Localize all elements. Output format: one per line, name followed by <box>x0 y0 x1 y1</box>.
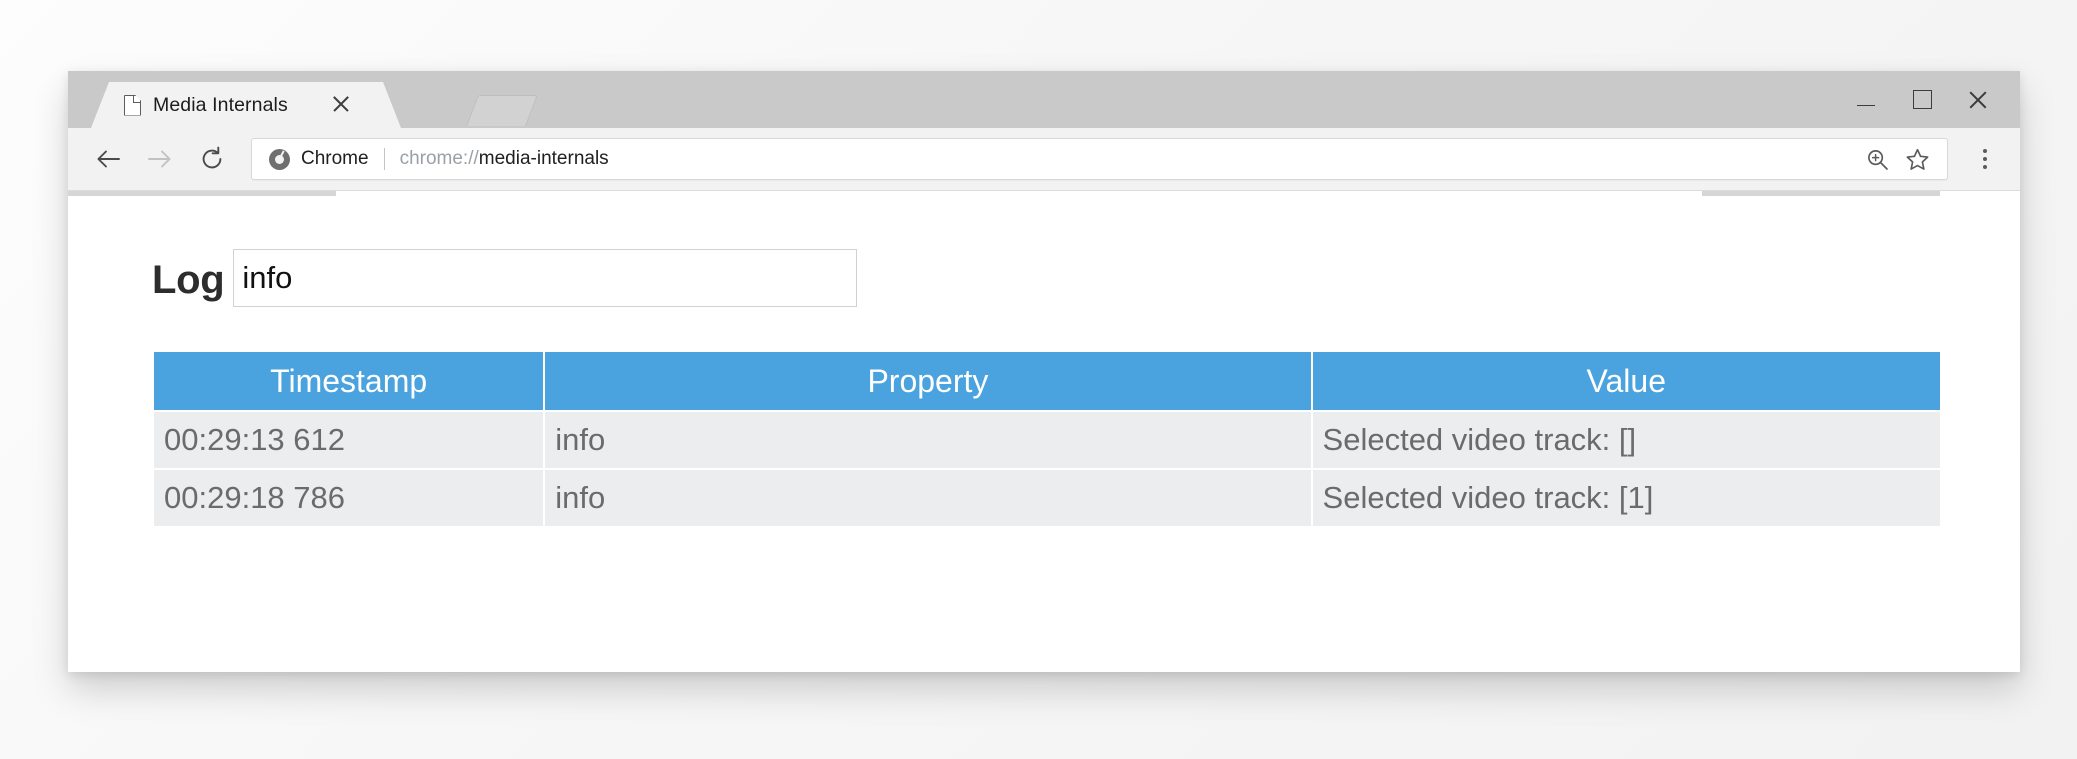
menu-dot-1 <box>1983 149 1987 153</box>
cell-timestamp: 00:29:13 612 <box>154 412 544 468</box>
omnibox-url: chrome://media-internals <box>400 148 609 170</box>
cell-value: Selected video track: [] <box>1312 412 1940 468</box>
browser-window: Media Internals Chrome chrome://media-in… <box>68 71 2020 672</box>
scrolled-content-remnant-right <box>1702 191 1940 196</box>
omnibox-divider <box>383 148 385 170</box>
browser-toolbar: Chrome chrome://media-internals <box>68 128 2020 191</box>
page-icon <box>124 94 141 116</box>
log-table: Timestamp Property Value 00:29:13 612 in… <box>152 350 1942 528</box>
column-header-property[interactable]: Property <box>545 352 1311 410</box>
star-icon <box>1906 148 1928 170</box>
zoom-indicator-button[interactable] <box>1857 139 1897 179</box>
tab-close-icon[interactable] <box>330 93 352 115</box>
omnibox-url-scheme: chrome:// <box>399 148 479 169</box>
cell-value: Selected video track: [1] <box>1312 470 1940 526</box>
cell-timestamp: 00:29:18 786 <box>154 470 544 526</box>
arrow-right-icon <box>148 150 171 168</box>
table-row: 00:29:13 612 info Selected video track: … <box>154 412 1940 468</box>
cell-property: info <box>545 470 1311 526</box>
window-minimize-button[interactable] <box>1838 77 1894 123</box>
window-close-button[interactable] <box>1950 77 2006 123</box>
browser-menu-button[interactable] <box>1962 133 2008 185</box>
menu-dot-3 <box>1983 165 1987 169</box>
column-header-timestamp[interactable]: Timestamp <box>154 352 544 410</box>
scrolled-content-remnant-left <box>68 191 336 196</box>
table-row: 00:29:18 786 info Selected video track: … <box>154 470 1940 526</box>
minimize-icon <box>1857 104 1875 107</box>
back-button[interactable] <box>82 133 134 185</box>
log-table-head: Timestamp Property Value <box>154 352 1940 410</box>
window-controls <box>1838 71 2006 128</box>
arrow-left-icon <box>97 150 120 168</box>
omnibox-security-label: Chrome <box>301 148 369 169</box>
log-filter-input[interactable] <box>233 249 858 307</box>
column-header-value[interactable]: Value <box>1312 352 1940 410</box>
window-maximize-button[interactable] <box>1894 77 1950 123</box>
log-table-body: 00:29:13 612 info Selected video track: … <box>154 412 1940 526</box>
close-icon <box>1967 89 1989 111</box>
cell-property: info <box>545 412 1311 468</box>
menu-dot-2 <box>1983 157 1987 161</box>
page-content-area: Log Timestamp Property Value 00:29:13 61… <box>68 191 2020 672</box>
bookmark-button[interactable] <box>1897 139 1937 179</box>
log-table-header-row: Timestamp Property Value <box>154 352 1940 410</box>
maximize-icon <box>1912 90 1932 109</box>
forward-button[interactable] <box>134 133 186 185</box>
new-tab-button[interactable] <box>466 95 538 126</box>
zoom-in-icon <box>1867 149 1888 170</box>
reload-button[interactable] <box>186 133 238 185</box>
log-section-header: Log <box>152 249 858 311</box>
chrome-logo-icon <box>269 148 290 170</box>
omnibox-url-path: media-internals <box>478 148 609 169</box>
browser-tab-media-internals[interactable]: Media Internals <box>91 82 401 128</box>
tab-strip: Media Internals <box>68 71 2020 128</box>
reload-icon <box>202 146 222 169</box>
tab-title: Media Internals <box>153 93 288 116</box>
log-heading: Log <box>152 258 225 302</box>
address-bar[interactable]: Chrome chrome://media-internals <box>251 138 1948 180</box>
